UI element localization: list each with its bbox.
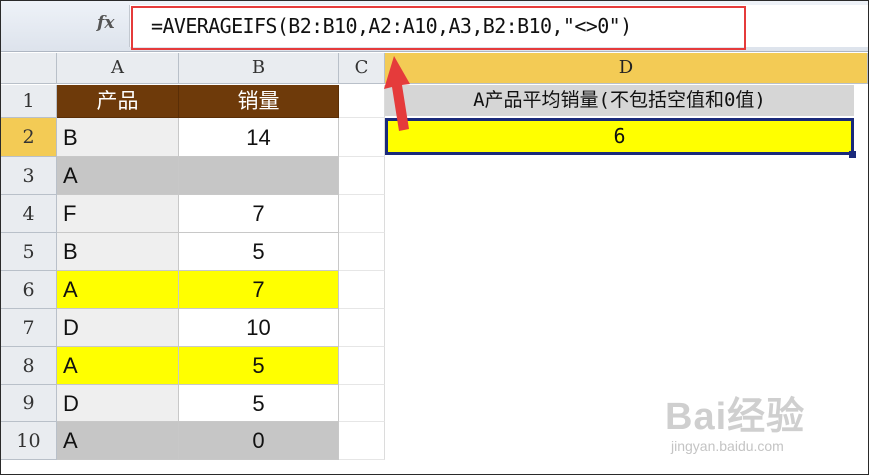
watermark-logo: Bai经验 xyxy=(665,396,806,438)
spreadsheet-window: fx =AVERAGEIFS(B2:B10,A2:A10,A3,B2:B10,"… xyxy=(0,0,869,475)
baidu-jingyan-watermark: Bai经验 jingyan.baidu.com xyxy=(665,385,825,463)
watermark-url: jingyan.baidu.com xyxy=(671,438,784,454)
